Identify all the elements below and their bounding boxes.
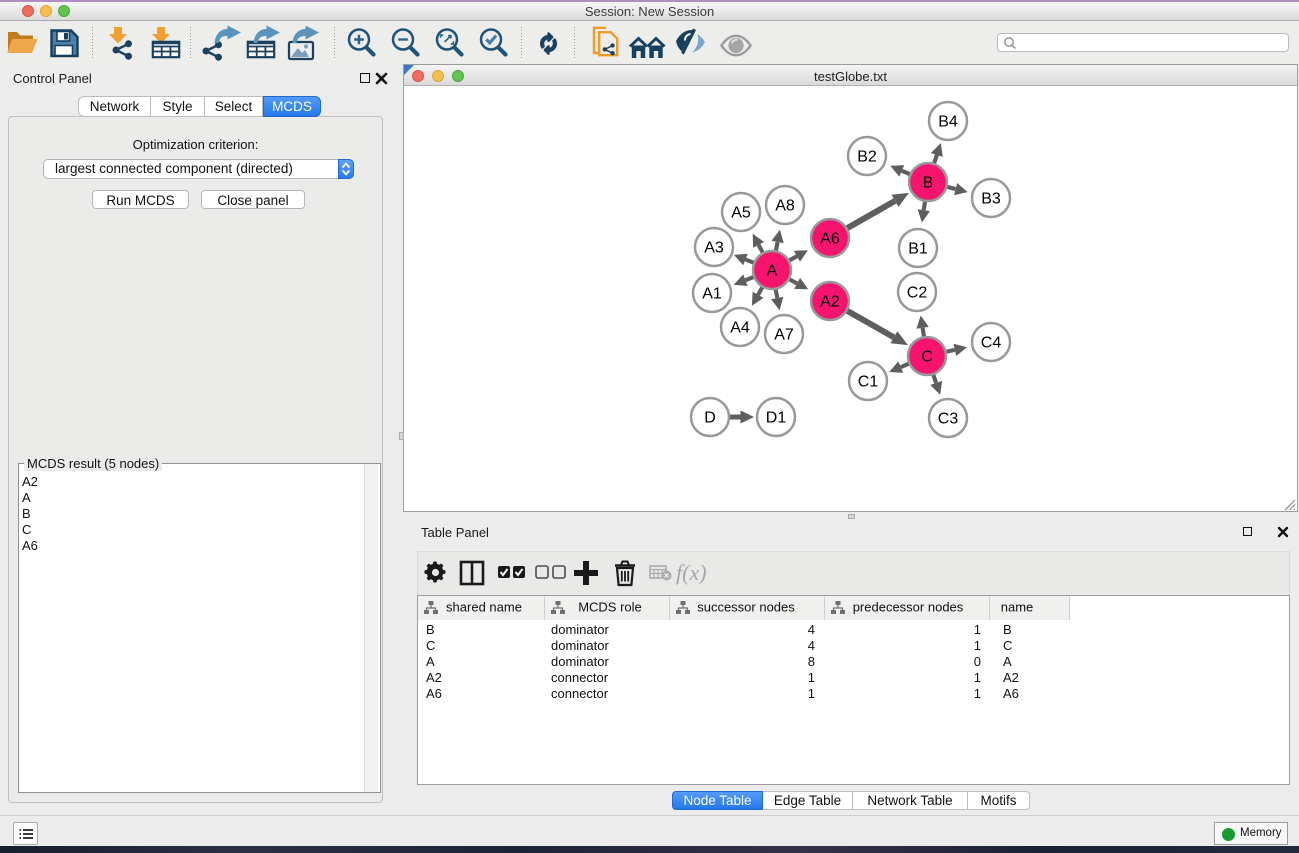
svg-text:A: A	[767, 263, 778, 280]
svg-text:A2: A2	[820, 294, 840, 311]
svg-text:A5: A5	[731, 205, 751, 222]
svg-text:B: B	[923, 175, 934, 192]
svg-text:C1: C1	[858, 374, 879, 391]
svg-text:A6: A6	[820, 231, 840, 248]
svg-text:A8: A8	[775, 198, 795, 215]
svg-text:D: D	[704, 410, 716, 427]
svg-text:A4: A4	[730, 320, 750, 337]
svg-text:B3: B3	[981, 191, 1001, 208]
svg-text:successor nodes: successor nodes	[697, 600, 795, 615]
svg-text:MCDS role: MCDS role	[578, 600, 642, 615]
svg-text:B1: B1	[908, 241, 928, 258]
svg-text:B4: B4	[938, 114, 958, 131]
svg-text:A3: A3	[704, 240, 724, 257]
svg-text:C: C	[921, 349, 933, 366]
svg-text:predecessor nodes: predecessor nodes	[853, 600, 964, 615]
svg-text:A7: A7	[774, 327, 794, 344]
svg-text:f(x): f(x)	[676, 560, 707, 585]
svg-text:B2: B2	[857, 149, 877, 166]
svg-text:D1: D1	[766, 410, 787, 427]
svg-text:C2: C2	[907, 285, 928, 302]
svg-text:C4: C4	[981, 335, 1002, 352]
svg-text:A1: A1	[702, 286, 722, 303]
svg-text:shared name: shared name	[446, 600, 522, 615]
svg-text:name: name	[1001, 600, 1034, 615]
svg-text:C3: C3	[938, 411, 959, 428]
